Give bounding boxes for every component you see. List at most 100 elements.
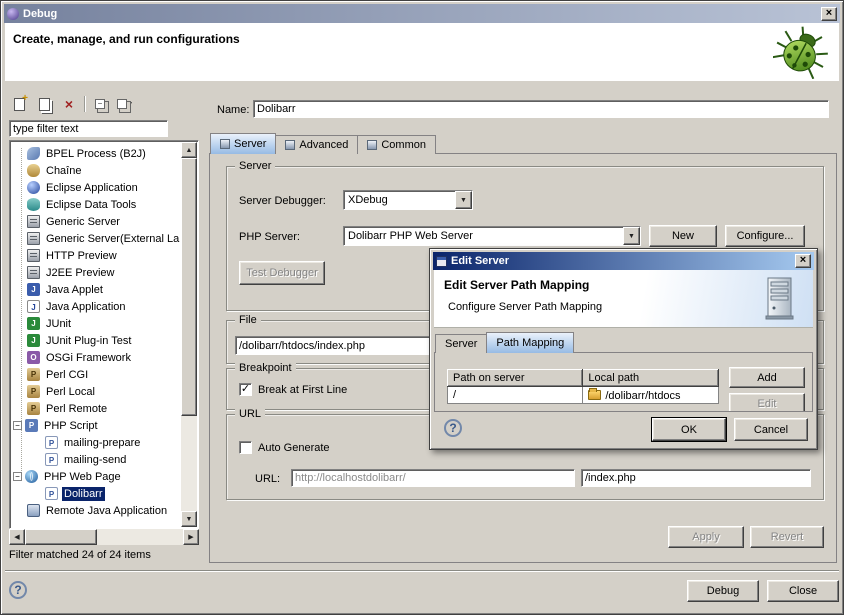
server-icon [27, 266, 40, 279]
tree-item-j2ee-preview[interactable]: J2EE Preview [11, 264, 182, 281]
dropdown-arrow-icon: ▼ [127, 101, 134, 108]
collapse-expander-icon[interactable]: − [13, 421, 22, 430]
tree-item-java-application[interactable]: Java Application [11, 298, 182, 315]
dialog-tab-content: Path on server Local path / /dolibarr/ht… [434, 352, 813, 412]
path-mapping-table: Path on server Local path / /dolibarr/ht… [447, 369, 719, 404]
duplicate-icon [39, 98, 50, 111]
common-tab-icon [367, 140, 377, 150]
dialog-help-button[interactable]: ? [444, 419, 462, 437]
server-illustration-icon [763, 276, 797, 322]
tree-item-chaine[interactable]: Chaîne [11, 162, 182, 179]
bpel-process-icon [27, 147, 40, 160]
filter-input[interactable] [9, 120, 168, 137]
tab-common[interactable]: Common [357, 135, 436, 154]
tree-item-php-script[interactable]: −PHP Script [11, 417, 182, 434]
column-header-local-path[interactable]: Local path [583, 370, 719, 387]
collapse-all-button[interactable]: − [90, 95, 110, 113]
dialog-subheading: Configure Server Path Mapping [448, 301, 602, 313]
combo-dropdown-icon[interactable]: ▼ [623, 227, 640, 245]
filter-options-button[interactable]: ▼ [115, 95, 135, 113]
server-icon [27, 249, 40, 262]
main-tab-bar: Server Advanced Common [210, 133, 435, 154]
cancel-button[interactable]: Cancel [734, 418, 808, 441]
tab-advanced[interactable]: Advanced [275, 135, 358, 154]
tree-item-perl-remote[interactable]: Perl Remote [11, 400, 182, 417]
auto-generate-checkbox[interactable] [239, 441, 252, 454]
test-debugger-button[interactable]: Test Debugger [239, 261, 325, 285]
revert-button[interactable]: Revert [750, 526, 824, 548]
url-path-input[interactable] [581, 469, 811, 487]
tree-item-perl-local[interactable]: Perl Local [11, 383, 182, 400]
tree-item-mailing-send[interactable]: mailing-send [11, 451, 182, 468]
perl-icon [27, 402, 40, 415]
tree-item-remote-java-application[interactable]: Remote Java Application [11, 502, 182, 519]
name-input[interactable] [253, 100, 829, 118]
tree-item-php-web-page[interactable]: −PHP Web Page [11, 468, 182, 485]
tree-item-dolibarr[interactable]: Dolibarr [11, 485, 182, 502]
ok-button[interactable]: OK [652, 418, 726, 441]
break-at-first-line-checkbox[interactable]: ✓ [239, 383, 252, 396]
vertical-scroll-thumb[interactable] [181, 158, 197, 416]
dialog-tab-path-mapping[interactable]: Path Mapping [486, 332, 574, 353]
help-button[interactable]: ? [9, 581, 27, 599]
configurations-toolbar: + × − ▼ [9, 93, 199, 115]
chain-icon [27, 164, 40, 177]
tree-item-generic-server-external[interactable]: Generic Server(External La [11, 230, 182, 247]
close-button[interactable]: Close [767, 580, 839, 602]
tree-item-junit[interactable]: JUnit [11, 315, 182, 332]
tree-item-perl-cgi[interactable]: Perl CGI [11, 366, 182, 383]
scroll-left-button[interactable]: ◀ [9, 529, 25, 545]
delete-configuration-button[interactable]: × [59, 95, 79, 113]
file-group-label: File [235, 314, 261, 326]
up-arrow-icon: ▲ [186, 147, 193, 154]
tree-item-mailing-prepare[interactable]: mailing-prepare [11, 434, 182, 451]
url-base-input[interactable] [291, 469, 575, 487]
tree-vertical-scrollbar[interactable]: ▲ ▼ [181, 142, 197, 527]
debug-button[interactable]: Debug [687, 580, 759, 602]
java-applet-icon [27, 283, 40, 296]
scroll-down-button[interactable]: ▼ [181, 511, 197, 527]
collapse-expander-icon[interactable]: − [13, 472, 22, 481]
combo-dropdown-icon[interactable]: ▼ [455, 191, 472, 209]
window-titlebar[interactable]: Debug × [4, 4, 840, 23]
table-row[interactable]: / /dolibarr/htdocs [448, 387, 719, 404]
dialog-tab-server[interactable]: Server [435, 334, 487, 353]
scroll-up-button[interactable]: ▲ [181, 142, 197, 158]
duplicate-configuration-button[interactable] [34, 95, 54, 113]
server-debugger-combo[interactable]: XDebug ▼ [343, 190, 473, 210]
apply-button[interactable]: Apply [668, 526, 744, 548]
tree-item-java-applet[interactable]: Java Applet [11, 281, 182, 298]
dialog-tab-bar: Server Path Mapping [435, 333, 573, 353]
tree-item-eclipse-application[interactable]: Eclipse Application [11, 179, 182, 196]
column-header-path-on-server[interactable]: Path on server [448, 370, 583, 387]
tab-server[interactable]: Server [210, 133, 276, 154]
dialog-titlebar[interactable]: Edit Server × [433, 252, 814, 270]
local-path-cell[interactable]: /dolibarr/htdocs [583, 387, 719, 404]
tree-item-bpel-process[interactable]: BPEL Process (B2J) [11, 145, 182, 162]
configurations-tree: BPEL Process (B2J) Chaîne Eclipse Applic… [9, 140, 199, 529]
dialog-button-bar: ? OK Cancel [434, 412, 813, 447]
tree-item-osgi-framework[interactable]: OSGi Framework [11, 349, 182, 366]
tree-item-http-preview[interactable]: HTTP Preview [11, 247, 182, 264]
edit-button[interactable]: Edit [729, 393, 805, 412]
server-group-label: Server [235, 160, 275, 172]
path-on-server-cell[interactable]: / [448, 387, 583, 404]
new-server-button[interactable]: New [649, 225, 717, 247]
filter-status: Filter matched 24 of 24 items [9, 549, 151, 561]
break-at-first-line-label: Break at First Line [258, 384, 347, 396]
php-server-combo[interactable]: Dolibarr PHP Web Server ▼ [343, 226, 641, 246]
down-arrow-icon: ▼ [186, 516, 193, 523]
add-button[interactable]: Add [729, 367, 805, 388]
new-configuration-button[interactable]: + [9, 95, 29, 113]
tree-item-junit-plugin-test[interactable]: JUnit Plug-in Test [11, 332, 182, 349]
dialog-close-button[interactable]: × [795, 254, 811, 268]
tree-item-eclipse-data-tools[interactable]: Eclipse Data Tools [11, 196, 182, 213]
url-group-label: URL [235, 408, 265, 420]
horizontal-scroll-thumb[interactable] [25, 529, 97, 545]
window-close-button[interactable]: × [821, 7, 837, 21]
tree-horizontal-scrollbar[interactable]: ◀ ▶ [9, 529, 199, 545]
configure-button[interactable]: Configure... [725, 225, 805, 247]
tree-content: BPEL Process (B2J) Chaîne Eclipse Applic… [11, 142, 182, 527]
tree-item-generic-server[interactable]: Generic Server [11, 213, 182, 230]
scroll-right-button[interactable]: ▶ [183, 529, 199, 545]
